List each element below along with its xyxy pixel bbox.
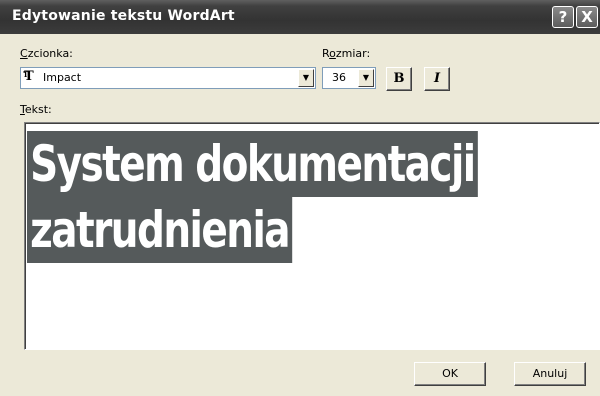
chevron-down-icon[interactable]: ▼ (358, 69, 374, 87)
cancel-button[interactable]: Anuluj (514, 362, 586, 386)
help-button[interactable]: ? (552, 6, 574, 28)
ok-button[interactable]: OK (414, 362, 486, 386)
title-bar[interactable]: Edytowanie tekstu WordArt ? X (0, 0, 600, 34)
selected-text-line-1[interactable]: System dokumentacji (27, 131, 478, 197)
text-area[interactable]: System dokumentacji zatrudnienia (24, 122, 600, 350)
close-icon: X (581, 8, 593, 26)
font-label: Czcionka: (20, 47, 73, 60)
selected-text-line-2[interactable]: zatrudnienia (27, 197, 293, 263)
close-button[interactable]: X (576, 6, 598, 28)
size-select-value: 36 (332, 71, 346, 84)
font-select[interactable]: TT Impact ▼ (20, 67, 316, 89)
bold-button[interactable]: B (386, 67, 412, 91)
chevron-down-icon[interactable]: ▼ (298, 69, 314, 87)
help-icon: ? (558, 8, 568, 26)
font-select-value: Impact (43, 71, 82, 84)
text-label: Tekst: (20, 103, 52, 116)
dialog-body: Czcionka: TT Impact ▼ Rozmiar: 36 ▼ B I … (4, 34, 600, 396)
window-title: Edytowanie tekstu WordArt (12, 8, 235, 24)
italic-button[interactable]: I (424, 67, 450, 91)
size-label: Rozmiar: (322, 47, 371, 60)
size-select[interactable]: 36 ▼ (322, 67, 376, 89)
truetype-font-icon: TT (23, 69, 34, 84)
wordart-text[interactable]: System dokumentacji zatrudnienia (27, 131, 478, 263)
